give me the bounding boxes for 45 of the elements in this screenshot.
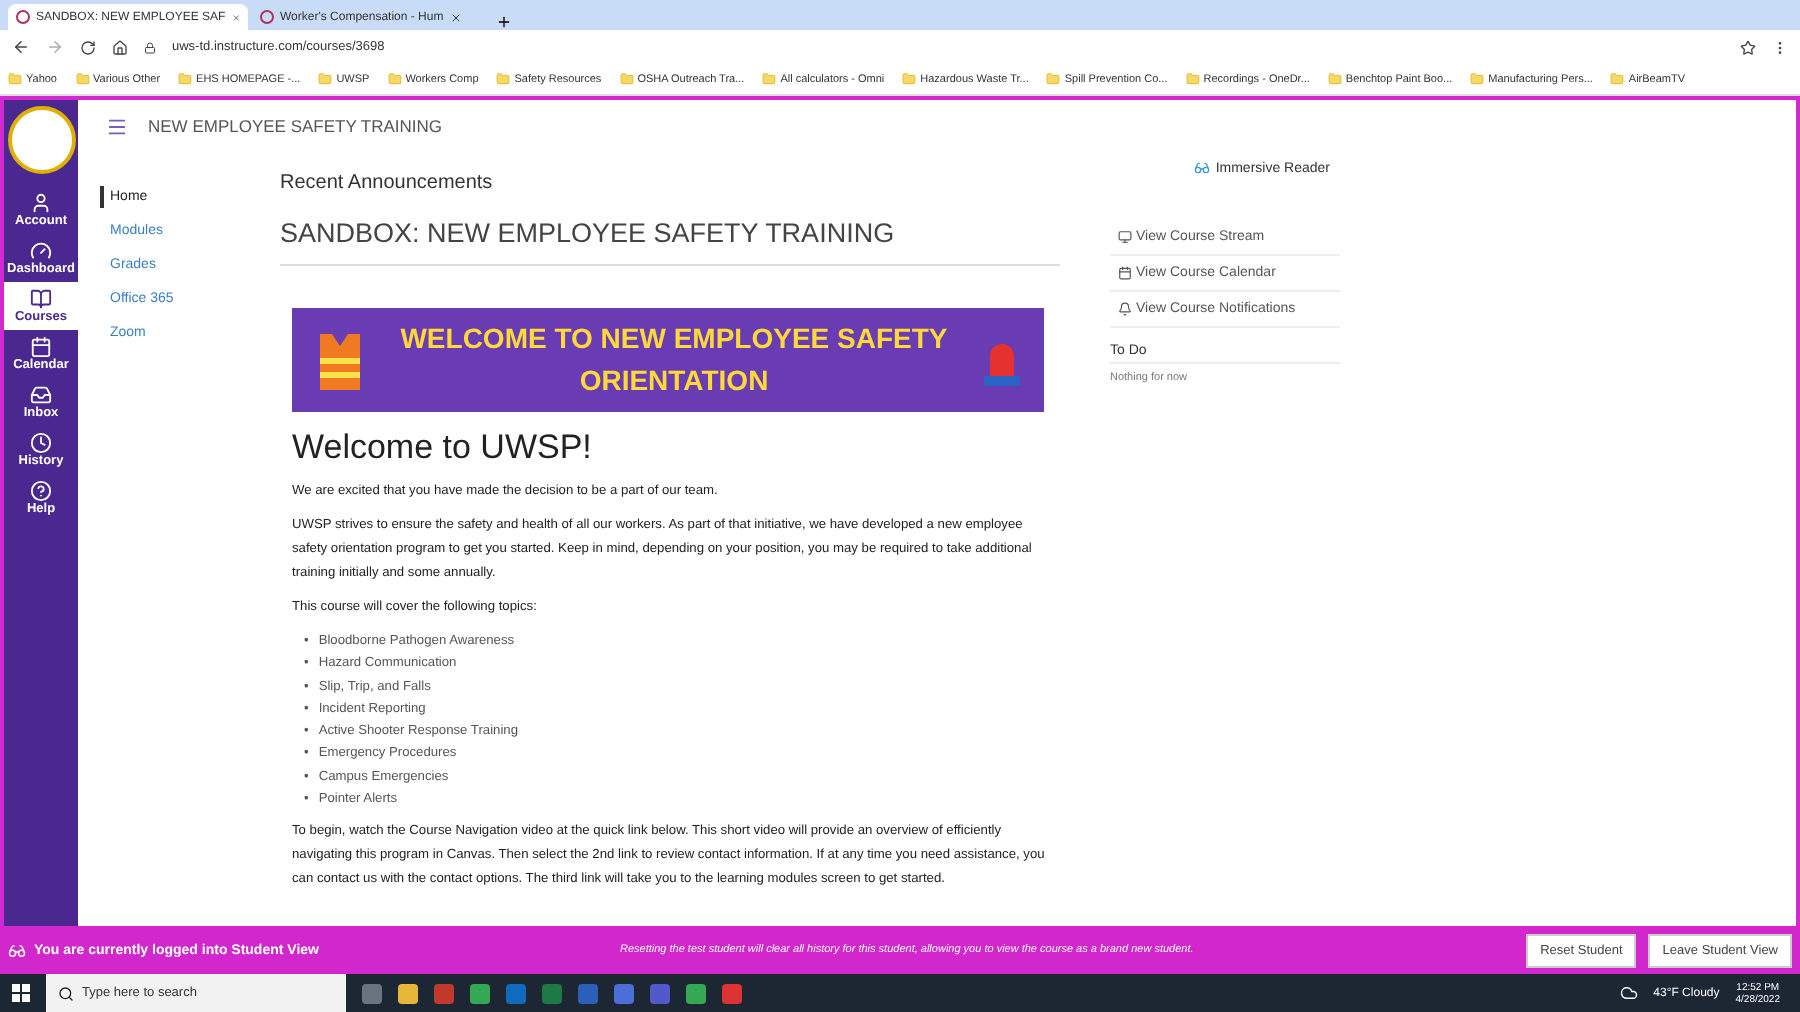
stream-icon: [1118, 230, 1132, 244]
heading: Welcome to UWSP!: [292, 428, 594, 468]
site-icon: [260, 10, 274, 24]
folder-icon: [496, 72, 511, 86]
folder-icon: [1327, 72, 1342, 86]
nav-icon: [30, 336, 52, 358]
nav-icon: [30, 192, 52, 214]
student-view-icon: [8, 941, 26, 959]
nav-icon: [30, 480, 52, 502]
folder-icon: [619, 72, 634, 86]
close-icon[interactable]: [449, 11, 462, 23]
notifications-icon: [1118, 302, 1132, 316]
new-tab-icon[interactable]: [496, 14, 512, 30]
lock-icon: [144, 41, 156, 53]
menu-icon[interactable]: [106, 115, 128, 137]
nav-icon: [30, 384, 52, 406]
home-icon[interactable]: [112, 39, 128, 55]
folder-icon: [75, 72, 89, 86]
back-icon[interactable]: [12, 38, 30, 56]
folder-icon: [762, 72, 777, 86]
site-icon: [16, 10, 30, 24]
reload-icon[interactable]: [80, 39, 96, 55]
folder-icon: [1046, 72, 1061, 86]
star-icon[interactable]: [1740, 39, 1756, 55]
folder-icon: [1185, 72, 1200, 86]
search-icon: [58, 985, 74, 1001]
banner-text: WELCOME TO NEW EMPLOYEE SAFETY ORIENTATION: [398, 320, 950, 400]
university-logo[interactable]: [7, 106, 75, 174]
nav-icon: [30, 240, 52, 262]
folder-icon: [8, 72, 22, 86]
course-title: NEW EMPLOYEE SAFETY TRAINING: [148, 116, 443, 136]
windows-logo-icon[interactable]: [12, 984, 30, 1002]
page-title: SANDBOX: NEW EMPLOYEE SAFETY TRAINING: [280, 218, 1060, 266]
folder-icon: [1470, 72, 1485, 86]
folder-icon: [1610, 72, 1625, 86]
folder-icon: [902, 72, 917, 86]
cloud-icon: [1619, 984, 1638, 1002]
folder-icon: [387, 72, 402, 86]
nav-icon: [30, 432, 52, 454]
folder-icon: [178, 72, 193, 86]
nav-icon: [30, 288, 52, 310]
reader-icon: [1193, 160, 1210, 176]
calendar-icon: [1118, 266, 1132, 280]
section-title: Recent Announcements: [280, 172, 495, 194]
folder-icon: [318, 72, 333, 86]
